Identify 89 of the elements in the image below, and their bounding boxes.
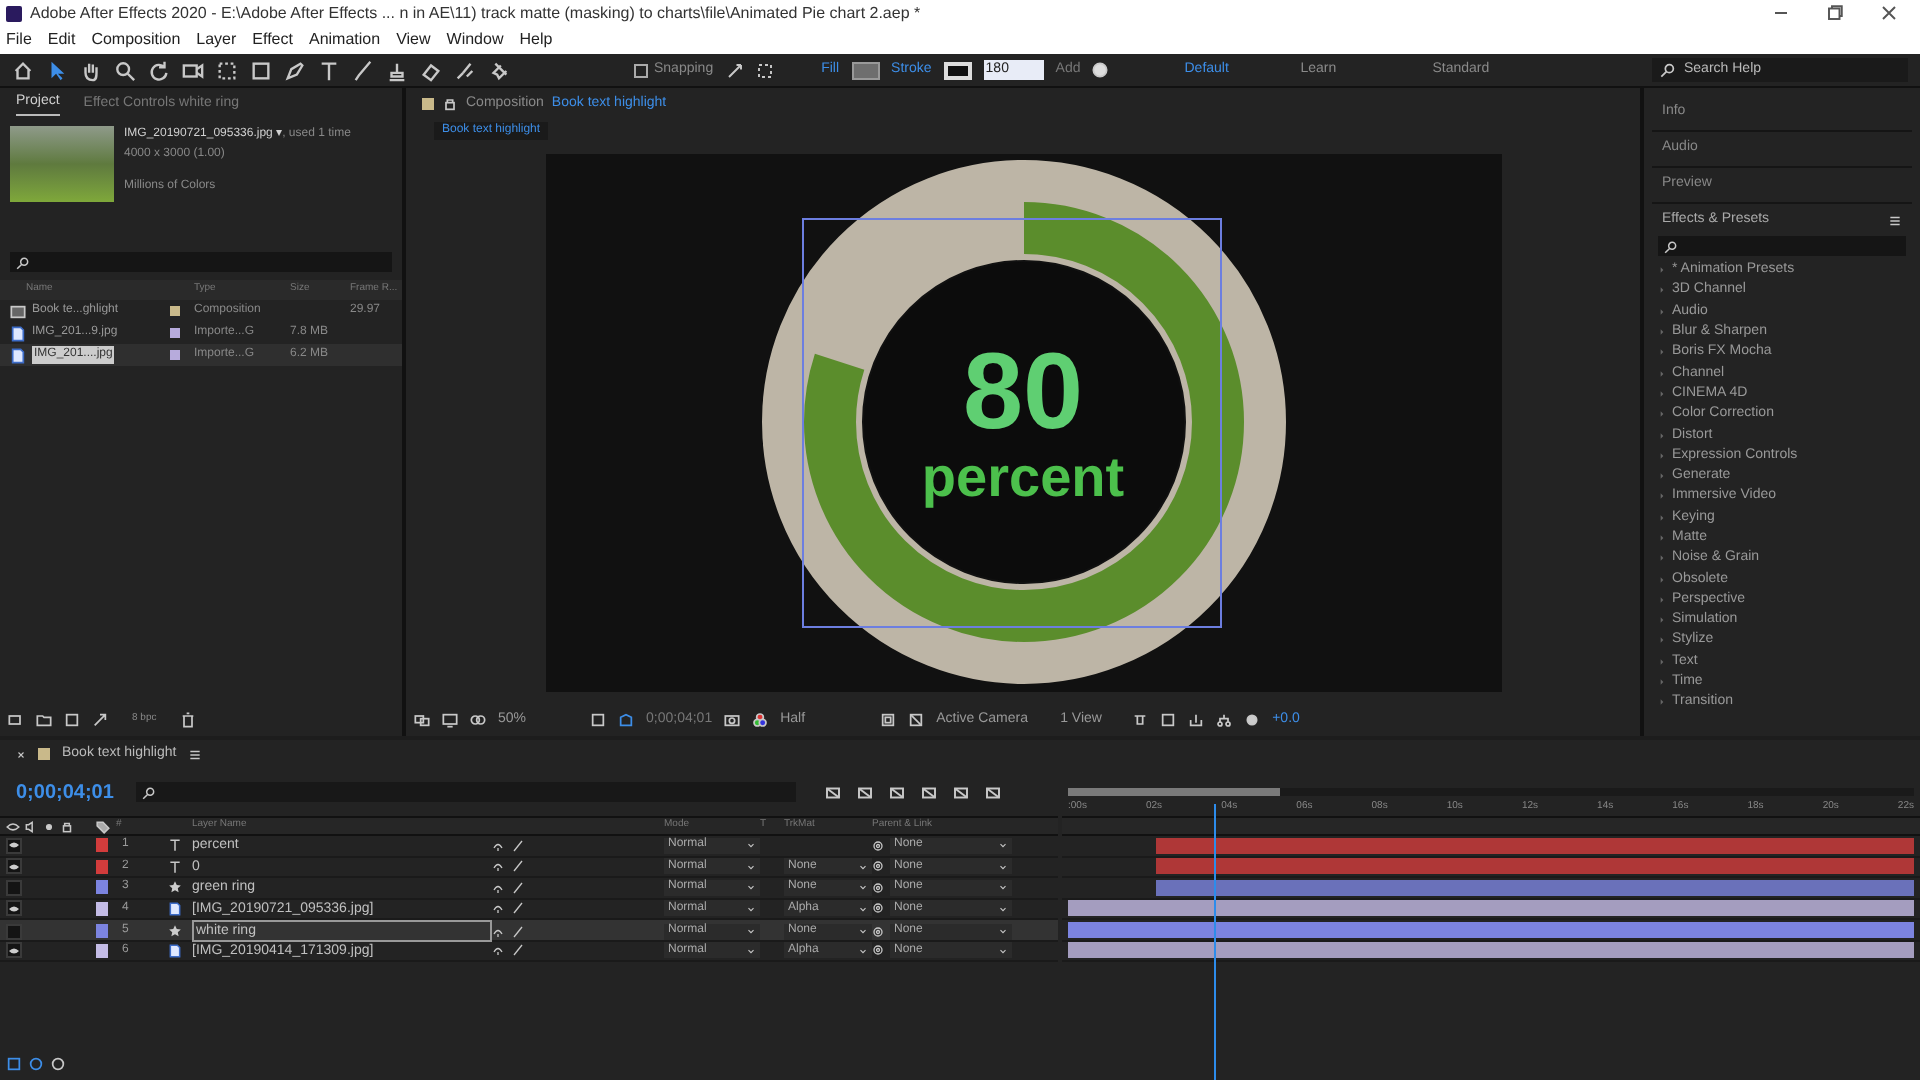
work-area-bar[interactable] bbox=[1068, 787, 1280, 795]
visibility-toggle[interactable] bbox=[6, 900, 22, 917]
camera-icon[interactable] bbox=[182, 59, 204, 81]
home-icon[interactable] bbox=[12, 59, 34, 81]
image-file-icon bbox=[167, 901, 181, 916]
speaker-icon bbox=[24, 819, 38, 833]
menu-item[interactable]: View bbox=[396, 28, 431, 52]
snap-arrow-icon[interactable] bbox=[725, 61, 744, 79]
text-tool-icon[interactable] bbox=[318, 59, 340, 81]
monitor-icon[interactable] bbox=[442, 712, 458, 728]
search-icon[interactable] bbox=[1660, 62, 1676, 78]
effects-search-field[interactable] bbox=[1658, 236, 1906, 256]
search-icon[interactable] bbox=[1664, 239, 1678, 253]
lock-icon bbox=[60, 819, 74, 833]
text-layer-icon bbox=[167, 859, 181, 874]
rotate-icon[interactable] bbox=[148, 59, 170, 81]
app-icon bbox=[6, 5, 22, 21]
maximize-icon[interactable] bbox=[1826, 4, 1844, 22]
mask-path-icon[interactable] bbox=[618, 712, 634, 728]
comp-label-swatch bbox=[422, 98, 434, 110]
visibility-toggle[interactable] bbox=[6, 837, 22, 854]
menu-item[interactable]: Edit bbox=[47, 28, 76, 52]
search-icon[interactable] bbox=[16, 255, 30, 269]
layer-label-swatch[interactable] bbox=[96, 859, 108, 874]
export-icon[interactable] bbox=[1188, 712, 1205, 728]
hand-icon[interactable] bbox=[80, 59, 102, 81]
percent-caption: percent bbox=[921, 448, 1125, 508]
zoom-icon[interactable] bbox=[114, 59, 136, 81]
layer-label-swatch[interactable] bbox=[96, 838, 108, 853]
layer-label-swatch[interactable] bbox=[96, 901, 108, 916]
lock-icon[interactable] bbox=[442, 96, 458, 112]
fill-swatch[interactable] bbox=[851, 61, 880, 79]
trash-icon[interactable] bbox=[180, 712, 197, 728]
layer-label-swatch[interactable] bbox=[96, 924, 108, 938]
timeline-current-time[interactable]: 0;00;04;01 bbox=[16, 777, 124, 807]
text-layer-icon bbox=[167, 838, 181, 853]
menu-item[interactable]: Animation bbox=[308, 28, 381, 52]
layer-duration-bar[interactable] bbox=[1068, 900, 1914, 917]
percent-number: 80 bbox=[962, 336, 1084, 448]
folder-icon[interactable] bbox=[36, 712, 52, 728]
rectangle-icon[interactable] bbox=[250, 59, 272, 81]
menu-item[interactable]: File bbox=[6, 28, 32, 52]
menu-icon[interactable] bbox=[188, 747, 203, 761]
visibility-toggle[interactable] bbox=[6, 923, 22, 939]
layer-duration-bar[interactable] bbox=[1156, 879, 1914, 896]
project-search-field[interactable] bbox=[10, 252, 392, 272]
visibility-toggle[interactable] bbox=[6, 942, 22, 959]
mask-icon[interactable] bbox=[470, 712, 486, 728]
star-icon bbox=[167, 880, 181, 895]
search-icon[interactable] bbox=[142, 785, 156, 799]
pen-icon[interactable] bbox=[284, 59, 306, 81]
solo-icon bbox=[42, 819, 56, 833]
layer-duration-bar[interactable] bbox=[1156, 837, 1914, 854]
eye-icon bbox=[6, 819, 20, 833]
menu-item[interactable]: Effect bbox=[252, 28, 293, 52]
visibility-toggle[interactable] bbox=[6, 879, 22, 896]
region-icon[interactable] bbox=[414, 712, 430, 728]
menu-item[interactable]: Composition bbox=[91, 28, 181, 52]
layer-duration-bar[interactable] bbox=[1068, 921, 1914, 938]
brush-icon[interactable] bbox=[352, 59, 374, 81]
layer-duration-bar[interactable] bbox=[1156, 858, 1914, 875]
comp-label-swatch bbox=[38, 748, 50, 760]
photo-placeholder bbox=[10, 126, 114, 202]
stroke-swatch[interactable] bbox=[943, 61, 972, 79]
layer-duration-bar[interactable] bbox=[1068, 942, 1914, 959]
region-of-interest-icon[interactable] bbox=[880, 712, 897, 728]
menu-item[interactable]: Layer bbox=[196, 28, 237, 52]
menu-item[interactable]: Window bbox=[446, 28, 504, 52]
transparency-grid-icon[interactable] bbox=[908, 712, 925, 728]
image-file-icon bbox=[167, 943, 181, 958]
selection-arrow-icon[interactable] bbox=[46, 59, 68, 81]
close-icon[interactable] bbox=[1880, 4, 1898, 22]
color-channels-icon[interactable] bbox=[752, 712, 769, 728]
star-icon bbox=[167, 924, 181, 938]
window-title: Adobe After Effects 2020 - E:\Adobe After Effects ... n in AE\11) track matte (masking) to charts\file\Animated Pie chart 2.aep * bbox=[30, 1, 921, 25]
layer-label-swatch[interactable] bbox=[96, 943, 108, 958]
composition-icon bbox=[10, 303, 26, 319]
layer-search-field[interactable] bbox=[136, 782, 796, 802]
menu-icon[interactable] bbox=[1888, 213, 1902, 227]
camera-snapshot-icon[interactable] bbox=[724, 712, 741, 728]
stamp-icon[interactable] bbox=[386, 59, 408, 81]
add-circle-icon[interactable] bbox=[1092, 62, 1109, 78]
label-tag-icon bbox=[96, 819, 110, 833]
menu-item[interactable]: Help bbox=[519, 28, 553, 52]
close-icon bbox=[16, 749, 26, 759]
eraser-icon[interactable] bbox=[420, 59, 442, 81]
visibility-toggle[interactable] bbox=[6, 858, 22, 875]
snapping-checkbox[interactable] bbox=[634, 63, 648, 77]
layer-label-swatch[interactable] bbox=[96, 880, 108, 895]
